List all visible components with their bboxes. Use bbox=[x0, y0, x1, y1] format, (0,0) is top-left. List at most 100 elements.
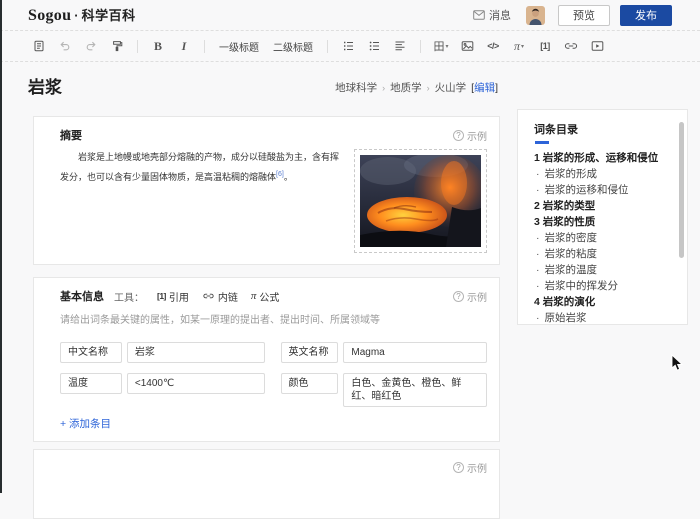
field-value-input[interactable]: <1400℃ bbox=[127, 373, 265, 394]
main-area: 摘要 ? 示例 岩浆是上地幔或地壳部分熔融的产物，成分以硅酸盐为主，含有挥发分，… bbox=[0, 109, 700, 519]
field-label-input[interactable]: 中文名称 bbox=[60, 342, 122, 363]
toolbar-divider bbox=[327, 40, 328, 53]
toc-item-label: 岩浆的形成 bbox=[545, 168, 598, 180]
header-actions: 消息 预览 发布 bbox=[473, 5, 672, 26]
ordered-list-icon[interactable] bbox=[340, 36, 356, 56]
avatar-image bbox=[526, 6, 545, 25]
toc-item[interactable]: ·岩浆的运移和侵位 bbox=[534, 182, 677, 198]
sogou-baike-logo: Sogou · 科学百科 bbox=[28, 5, 136, 25]
field-value-input[interactable]: 白色、金黄色、橙色、鲜红、暗红色 bbox=[343, 373, 487, 407]
breadcrumb-item-3[interactable]: 火山学 bbox=[435, 80, 467, 95]
breadcrumb-item-1[interactable]: 地球科学 bbox=[335, 80, 377, 95]
summary-paragraph[interactable]: 岩浆是上地幔或地壳部分熔融的产物，成分以硅酸盐为主，含有挥发分，也可以含有少量固… bbox=[60, 149, 346, 253]
toc-item[interactable]: ·岩浆的温度 bbox=[534, 262, 677, 278]
insert-code-icon[interactable]: </> bbox=[485, 36, 501, 56]
breadcrumb-item-2[interactable]: 地质学 bbox=[390, 80, 422, 95]
messages-button[interactable]: 消息 bbox=[473, 7, 511, 23]
insert-reference-icon[interactable]: [1] bbox=[537, 36, 553, 56]
page-title: 岩浆 bbox=[28, 73, 62, 98]
field-value-input[interactable]: Magma bbox=[343, 342, 487, 363]
volcano-image bbox=[360, 155, 481, 247]
infobox-row-2: 温度 <1400℃ 颜色 白色、金黄色、橙色、鲜红、暗红色 bbox=[60, 373, 487, 407]
heading1-button[interactable]: 一级标题 bbox=[219, 39, 259, 54]
align-icon[interactable] bbox=[392, 36, 408, 56]
table-icon: 田 bbox=[433, 38, 444, 54]
save-draft-icon[interactable] bbox=[31, 36, 47, 56]
bullet-icon: · bbox=[536, 168, 540, 180]
toc-item-label: 岩浆的温度 bbox=[545, 264, 598, 276]
infobox-tools: 工具： [1] 引用 内链 π 公式 bbox=[114, 289, 279, 304]
title-bar: 岩浆 地球科学 › 地质学 › 火山学 [编辑] bbox=[0, 62, 700, 109]
toc-item[interactable]: 4 岩浆的演化 bbox=[534, 294, 677, 310]
toc-item[interactable]: ·岩浆的密度 bbox=[534, 230, 677, 246]
bullet-icon: · bbox=[536, 280, 540, 292]
insert-formula-button[interactable]: π ▾ bbox=[511, 36, 527, 56]
insert-media-icon[interactable] bbox=[589, 36, 605, 56]
toc-item-label: 岩浆的密度 bbox=[545, 232, 598, 244]
format-painter-icon[interactable] bbox=[109, 36, 125, 56]
infobox-card[interactable]: 基本信息 工具： [1] 引用 内链 π 公式 bbox=[33, 277, 500, 442]
example-label: 示例 bbox=[467, 460, 487, 475]
toc-item[interactable]: ·原始岩浆 bbox=[534, 310, 677, 325]
citation-icon: [1] bbox=[157, 291, 166, 301]
toolbar-divider bbox=[137, 40, 138, 53]
summary-card[interactable]: 摘要 ? 示例 岩浆是上地幔或地壳部分熔融的产物，成分以硅酸盐为主，含有挥发分，… bbox=[33, 116, 500, 265]
header: Sogou · 科学百科 消息 预览 发布 bbox=[0, 0, 700, 31]
window-edge bbox=[0, 0, 2, 493]
internal-link-label: 内链 bbox=[218, 289, 238, 304]
edit-category-link[interactable]: [编辑] bbox=[471, 80, 498, 95]
field-label-input[interactable]: 颜色 bbox=[281, 373, 339, 394]
publish-button[interactable]: 发布 bbox=[620, 5, 672, 26]
insert-image-icon[interactable] bbox=[459, 36, 475, 56]
toc-item-label: 4 岩浆的演化 bbox=[534, 296, 595, 308]
toc-item[interactable]: 2 岩浆的类型 bbox=[534, 198, 677, 214]
toc-item[interactable]: · 岩浆的形成 bbox=[534, 166, 677, 182]
field-label-input[interactable]: 英文名称 bbox=[281, 342, 339, 363]
section-card[interactable]: ? 示例 bbox=[33, 449, 500, 519]
messages-label: 消息 bbox=[489, 7, 511, 23]
section-example-toggle[interactable]: ? 示例 bbox=[453, 460, 487, 475]
infobox-example-toggle[interactable]: ? 示例 bbox=[453, 289, 487, 304]
citation-label: 引用 bbox=[169, 289, 189, 304]
preview-button[interactable]: 预览 bbox=[558, 5, 610, 26]
toc-scrollbar-thumb[interactable] bbox=[679, 122, 684, 258]
avatar[interactable] bbox=[526, 6, 545, 25]
infobox-heading: 基本信息 bbox=[60, 288, 104, 304]
infobox-hint: 请给出词条最关键的属性，如某一原理的提出者、提出时间、所属领域等 bbox=[60, 311, 487, 326]
breadcrumb-separator: › bbox=[382, 83, 385, 93]
bullet-list-icon[interactable] bbox=[366, 36, 382, 56]
tool-citation-button[interactable]: [1] 引用 bbox=[157, 289, 189, 304]
field-label-input[interactable]: 温度 bbox=[60, 373, 122, 394]
undo-icon[interactable] bbox=[57, 36, 73, 56]
toc-heading: 词条目录 bbox=[534, 121, 677, 137]
summary-example-toggle[interactable]: ? 示例 bbox=[453, 128, 487, 143]
insert-table-button[interactable]: 田 ▾ bbox=[433, 36, 449, 56]
question-circle-icon: ? bbox=[453, 291, 464, 302]
heading2-button[interactable]: 二级标题 bbox=[273, 39, 313, 54]
toc-item[interactable]: 1 岩浆的形成、运移和侵位 bbox=[534, 150, 677, 166]
example-label: 示例 bbox=[467, 289, 487, 304]
bullet-icon: · bbox=[536, 184, 540, 196]
italic-button[interactable]: I bbox=[176, 36, 192, 56]
tool-internal-link-button[interactable]: 内链 bbox=[202, 289, 238, 304]
add-entry-link[interactable]: + 添加条目 bbox=[60, 416, 111, 431]
reference-superscript[interactable]: [6] bbox=[276, 171, 284, 178]
insert-link-icon[interactable] bbox=[563, 36, 579, 56]
editor-toolbar: B I 一级标题 二级标题 田 ▾ </> π ▾ [1] bbox=[0, 31, 700, 62]
toolbar-divider bbox=[204, 40, 205, 53]
logo-separator: · bbox=[74, 8, 78, 23]
toc-item[interactable]: ·岩浆中的挥发分 bbox=[534, 278, 677, 294]
infobox-row-1: 中文名称 岩浆 英文名称 Magma bbox=[60, 342, 487, 363]
tool-formula-button[interactable]: π 公式 bbox=[251, 289, 280, 304]
toc-item[interactable]: 3 岩浆的性质 bbox=[534, 214, 677, 230]
preview-label: 预览 bbox=[573, 7, 595, 23]
bold-button[interactable]: B bbox=[150, 36, 166, 56]
toc-accent-bar bbox=[535, 141, 549, 144]
summary-text: 岩浆是上地幔或地壳部分熔融的产物，成分以硅酸盐为主，含有挥发分，也可以含有少量固… bbox=[60, 152, 339, 182]
toc-item[interactable]: ·岩浆的粘度 bbox=[534, 246, 677, 262]
redo-icon[interactable] bbox=[83, 36, 99, 56]
chevron-down-icon: ▾ bbox=[445, 43, 448, 50]
bullet-icon: · bbox=[536, 248, 540, 260]
field-value-input[interactable]: 岩浆 bbox=[127, 342, 265, 363]
summary-image-frame[interactable] bbox=[354, 149, 487, 253]
